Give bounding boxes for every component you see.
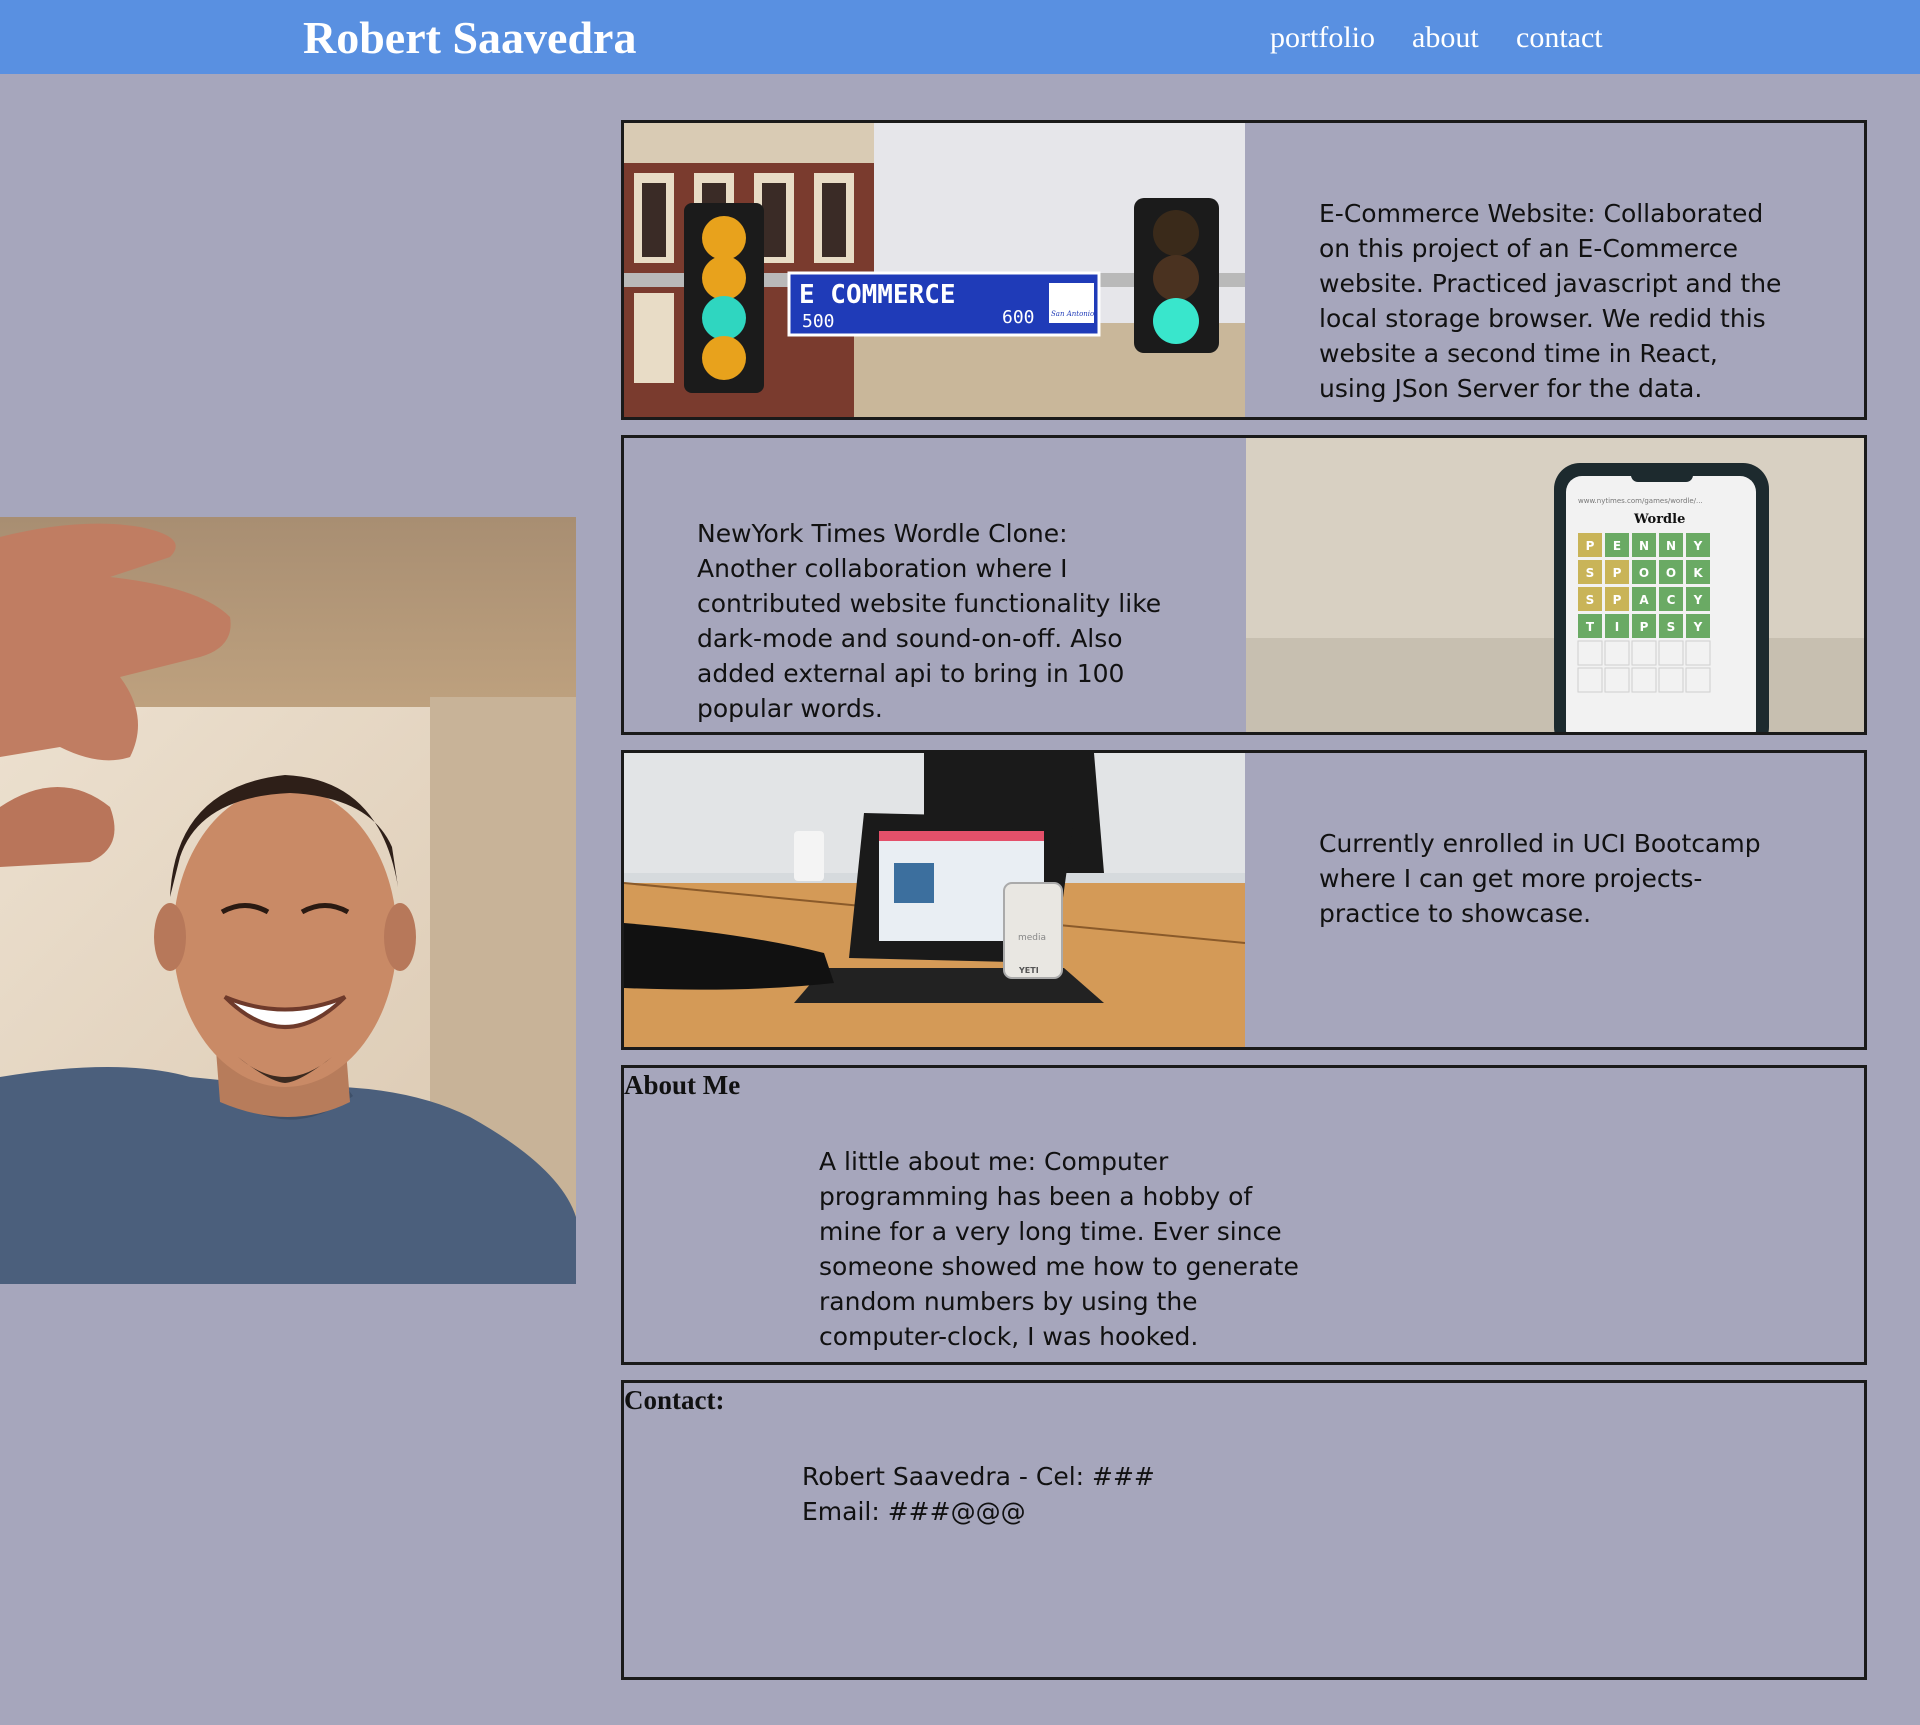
profile-photo: [0, 517, 576, 1284]
about-heading: About Me: [624, 1070, 741, 1100]
wordle-tile-letter: P: [1640, 620, 1649, 634]
nav-contact-link[interactable]: contact: [1516, 18, 1603, 58]
wordle-tile: [1685, 667, 1711, 693]
portfolio-card-ecommerce: E COMMERCE 500 600 San Antonio E-Commerc…: [621, 120, 1867, 420]
site-title: Robert Saavedra: [303, 12, 637, 63]
wordle-tile-letter: A: [1639, 593, 1649, 607]
wordle-tile-letter: S: [1667, 620, 1676, 634]
contact-text: Robert Saavedra - Cel: ### Email: ###@@@: [802, 1462, 1155, 1526]
contact-section: Contact: Robert Saavedra - Cel: ### Emai…: [621, 1380, 1867, 1680]
wordle-tile-letter: I: [1615, 620, 1619, 634]
top-header: Robert Saavedra portfolio about contact: [0, 0, 1920, 74]
about-section: About Me A little about me: Computer pro…: [621, 1065, 1867, 1365]
contact-heading: Contact:: [624, 1385, 725, 1415]
wordle-tile-letter: N: [1666, 539, 1676, 553]
wordle-tile-letter: Y: [1693, 593, 1703, 607]
ecommerce-description: E-Commerce Website: Collaborated on this…: [1319, 199, 1782, 403]
wordle-tile: [1577, 667, 1603, 693]
wordle-tile: [1631, 667, 1657, 693]
wordle-tile-letter: T: [1586, 620, 1595, 634]
sign-badge-text: San Antonio: [1051, 310, 1094, 318]
wordle-image: www.nytimes.com/games/wordle/... Wordle …: [1246, 438, 1864, 732]
wordle-tile-letter: C: [1667, 593, 1676, 607]
bootcamp-image: media YETI: [624, 753, 1245, 1047]
wordle-tile-letter: K: [1693, 566, 1703, 580]
ecommerce-image: E COMMERCE 500 600 San Antonio: [624, 123, 1245, 417]
cup-label: media: [1018, 933, 1046, 943]
sign-main-text: E COMMERCE: [799, 280, 956, 310]
cup-brand: YETI: [1018, 966, 1039, 975]
sign-left-number: 500: [802, 311, 835, 332]
portfolio-card-bootcamp: media YETI Currently enrolled in UCI Boo…: [621, 750, 1867, 1050]
wordle-tile: [1631, 640, 1657, 666]
wordle-description: NewYork Times Wordle Clone: Another coll…: [697, 519, 1162, 723]
wordle-tile-letter: Y: [1693, 620, 1703, 634]
portfolio-card-wordle: NewYork Times Wordle Clone: Another coll…: [621, 435, 1867, 735]
wordle-tile-letter: S: [1586, 566, 1595, 580]
wordle-tile-letter: P: [1613, 566, 1622, 580]
wordle-tile-letter: E: [1613, 539, 1621, 553]
wordle-tile: [1658, 667, 1684, 693]
wordle-tile-letter: P: [1586, 539, 1595, 553]
nav-about-link[interactable]: about: [1412, 18, 1479, 58]
wordle-tile-letter: O: [1666, 566, 1676, 580]
wordle-tile: [1577, 640, 1603, 666]
wordle-tile-letter: S: [1586, 593, 1595, 607]
wordle-app-title: Wordle: [1633, 512, 1685, 527]
wordle-url: www.nytimes.com/games/wordle/...: [1578, 497, 1703, 505]
wordle-tile-letter: O: [1639, 566, 1649, 580]
sign-right-number: 600: [1002, 307, 1035, 328]
nav-portfolio-link[interactable]: portfolio: [1270, 18, 1375, 58]
wordle-tile: [1604, 640, 1630, 666]
wordle-tile: [1658, 640, 1684, 666]
wordle-tile-letter: N: [1639, 539, 1649, 553]
wordle-tile-letter: P: [1613, 593, 1622, 607]
wordle-tile: [1685, 640, 1711, 666]
about-text: A little about me: Computer programming …: [819, 1147, 1299, 1351]
wordle-tile: [1604, 667, 1630, 693]
wordle-tile-letter: Y: [1693, 539, 1703, 553]
bootcamp-description: Currently enrolled in UCI Bootcamp where…: [1319, 829, 1761, 928]
